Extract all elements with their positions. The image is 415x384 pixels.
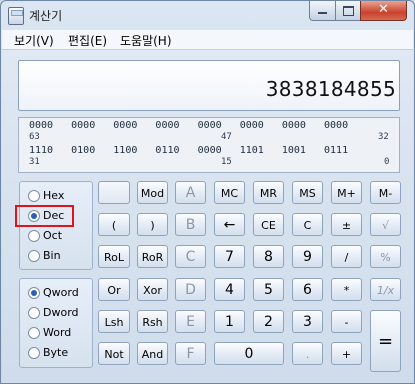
radio-qword-label: Qword: [43, 286, 79, 299]
radio-hex-indicator: [28, 190, 40, 202]
ce-button[interactable]: CE: [253, 213, 284, 236]
digit-6-button[interactable]: 6: [292, 278, 323, 301]
digit-2-button[interactable]: 2: [253, 310, 284, 333]
m-minus-button[interactable]: M-: [370, 181, 401, 204]
minimize-icon: [318, 12, 327, 14]
bit-position-32: 32: [378, 132, 389, 142]
rol-button[interactable]: RoL: [98, 245, 130, 268]
blank-button[interactable]: [98, 181, 130, 204]
bit-position-15: 15: [221, 157, 232, 167]
hex-b-button[interactable]: B: [175, 213, 206, 236]
digit-3-button[interactable]: 3: [292, 310, 323, 333]
m-plus-button[interactable]: M+: [331, 181, 362, 204]
and-button[interactable]: And: [137, 342, 168, 365]
menu-help[interactable]: 도움말(H): [120, 32, 172, 49]
radio-dword-label: Dword: [43, 306, 79, 319]
word-size-group: Qword Dword Word Byte: [19, 278, 93, 368]
digit-4-button[interactable]: 4: [214, 278, 245, 301]
open-paren-button[interactable]: (: [98, 213, 130, 236]
divide-button[interactable]: /: [331, 245, 362, 268]
hex-f-button[interactable]: F: [175, 342, 206, 365]
mc-button[interactable]: MC: [214, 181, 245, 204]
radio-oct-indicator: [28, 230, 40, 242]
hex-c-button[interactable]: C: [175, 245, 206, 268]
result-display: 3838184855: [18, 60, 400, 111]
display-value: 3838184855: [265, 77, 396, 101]
title-bar: 계산기 ✕: [1, 1, 414, 29]
digit-5-button[interactable]: 5: [253, 278, 284, 301]
radio-word-label: Word: [43, 326, 72, 339]
digit-8-button[interactable]: 8: [253, 245, 284, 268]
bit-row-low: 1110 0100 1100 0110 0000 1101 1001 0111: [29, 145, 349, 156]
digit-9-button[interactable]: 9: [292, 245, 323, 268]
digit-0-button[interactable]: 0: [214, 342, 284, 365]
clear-button[interactable]: C: [292, 213, 323, 236]
hex-e-button[interactable]: E: [175, 310, 206, 333]
ror-button[interactable]: RoR: [137, 245, 168, 268]
multiply-button[interactable]: *: [331, 278, 362, 301]
maximize-icon: [343, 6, 354, 16]
close-icon: ✕: [378, 2, 389, 17]
digit-7-button[interactable]: 7: [214, 245, 245, 268]
not-button[interactable]: Not: [98, 342, 130, 365]
percent-button[interactable]: %: [370, 245, 401, 268]
subtract-button[interactable]: -: [331, 310, 362, 333]
maximize-button[interactable]: [335, 1, 361, 21]
window-title: 계산기: [29, 9, 63, 23]
digit-1-button[interactable]: 1: [214, 310, 245, 333]
radio-byte-indicator: [28, 347, 40, 359]
menu-view[interactable]: 보기(V): [14, 32, 54, 49]
hex-d-button[interactable]: D: [175, 278, 206, 301]
radio-qword-indicator: [28, 287, 40, 299]
rsh-button[interactable]: Rsh: [137, 310, 168, 333]
radio-dword-indicator: [28, 307, 40, 319]
radio-oct-label: Oct: [43, 229, 63, 242]
sqrt-button[interactable]: √: [370, 213, 401, 236]
bit-position-0: 0: [384, 157, 390, 167]
or-button[interactable]: Or: [98, 278, 130, 301]
reciprocal-button[interactable]: 1/x: [370, 278, 401, 301]
xor-button[interactable]: Xor: [137, 278, 168, 301]
negate-button[interactable]: ±: [331, 213, 362, 236]
mr-button[interactable]: MR: [253, 181, 284, 204]
calculator-body: 3838184855 0000 0000 0000 0000 0000 0000…: [2, 50, 413, 383]
backspace-button[interactable]: ←: [214, 213, 245, 236]
radio-bin-indicator: [28, 250, 40, 262]
radio-word-indicator: [28, 327, 40, 339]
equals-button[interactable]: =: [370, 310, 401, 372]
bit-position-63: 63: [29, 132, 40, 142]
bit-row-high: 0000 0000 0000 0000 0000 0000 0000 0000: [29, 120, 349, 131]
radio-bin-label: Bin: [43, 249, 61, 262]
menu-bar: 보기(V) 편집(E) 도움말(H): [2, 30, 413, 50]
decimal-button[interactable]: .: [292, 342, 323, 365]
calculator-window: 계산기 ✕ 보기(V) 편집(E) 도움말(H) 3838184855 0000…: [0, 0, 415, 384]
lsh-button[interactable]: Lsh: [98, 310, 130, 333]
ms-button[interactable]: MS: [292, 181, 323, 204]
bit-position-31: 31: [29, 157, 40, 167]
minimize-button[interactable]: [309, 1, 336, 21]
mod-button[interactable]: Mod: [137, 181, 168, 204]
dec-highlight-box: [15, 205, 74, 227]
close-button[interactable]: ✕: [360, 1, 407, 21]
calculator-icon: [8, 7, 24, 25]
add-button[interactable]: +: [331, 342, 362, 365]
hex-a-button[interactable]: A: [175, 181, 206, 204]
radio-hex-label: Hex: [43, 189, 65, 202]
radio-byte-label: Byte: [43, 346, 69, 359]
close-paren-button[interactable]: ): [137, 213, 168, 236]
bit-position-47: 47: [221, 132, 232, 142]
menu-edit[interactable]: 편집(E): [68, 32, 107, 49]
bit-display: 0000 0000 0000 0000 0000 0000 0000 0000 …: [18, 117, 400, 173]
